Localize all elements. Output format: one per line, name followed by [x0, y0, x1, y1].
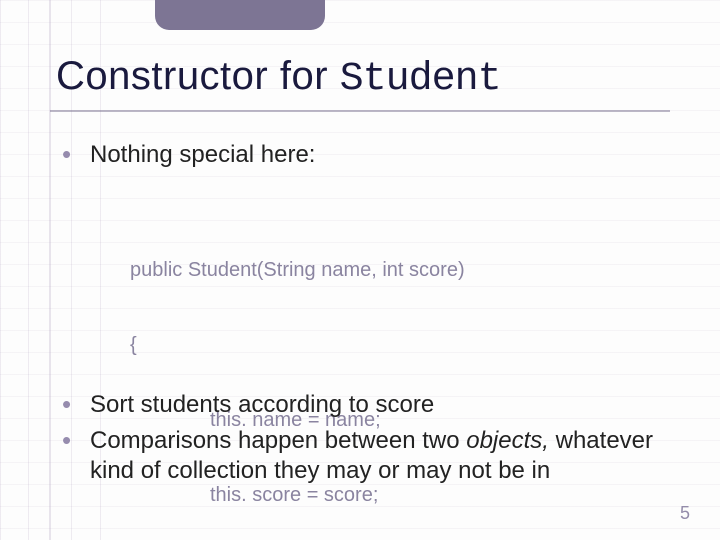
bullet-item: Sort students according to score	[62, 390, 662, 420]
title-text-code: Student	[340, 57, 501, 102]
slide: Constructor for Student Nothing special …	[0, 0, 720, 540]
code-line: public Student(String name, int score)	[130, 258, 465, 283]
slide-title: Constructor for Student	[56, 54, 501, 102]
bullet-text: Comparisons happen between two	[90, 427, 466, 454]
title-underline	[50, 110, 670, 112]
bullet-text: Sort students according to score	[90, 391, 434, 418]
bullet-list-top: Nothing special here:	[62, 140, 662, 176]
header-tab	[155, 0, 325, 30]
bullet-text: Nothing special here:	[90, 141, 315, 168]
bullet-item: Nothing special here:	[62, 140, 662, 170]
bullet-text-italic: objects,	[466, 427, 549, 454]
bullet-list-bottom: Sort students according to score Compari…	[62, 390, 662, 492]
slide-number: 5	[680, 503, 690, 524]
bullet-item: Comparisons happen between two objects, …	[62, 426, 662, 486]
title-text-plain: Constructor for	[56, 54, 340, 98]
code-line: {	[130, 333, 465, 358]
